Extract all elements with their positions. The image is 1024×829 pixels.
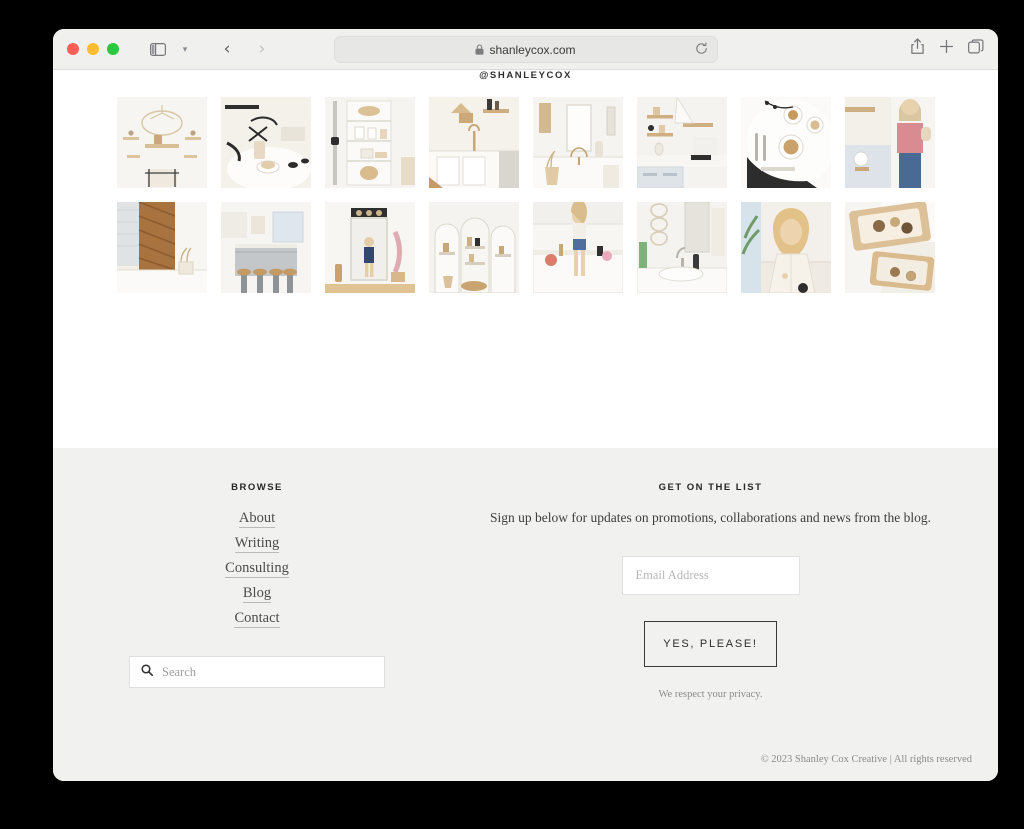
instagram-grid (53, 97, 998, 293)
instagram-tile[interactable] (844, 97, 935, 188)
browser-toolbar: ▾ ‹ › shanleycox.com (53, 29, 998, 70)
subscribe-button[interactable]: YES, PLEASE! (644, 621, 777, 667)
copyright-text: © 2023 Shanley Cox Creative | All rights… (760, 754, 972, 765)
instagram-tile[interactable] (220, 202, 311, 293)
sidebar-item-about[interactable]: About (238, 511, 276, 528)
minimize-button[interactable] (87, 43, 99, 55)
instagram-tile[interactable] (220, 97, 311, 188)
instagram-tile[interactable] (740, 202, 831, 293)
sidebar-item-writing[interactable]: Writing (234, 536, 280, 553)
sidebar-controls: ▾ (145, 36, 198, 62)
back-arrow-icon[interactable]: ‹ (214, 36, 240, 62)
forward-arrow-icon[interactable]: › (249, 36, 275, 62)
instagram-tile[interactable] (324, 97, 415, 188)
instagram-tile[interactable] (636, 202, 727, 293)
newsletter-description: Sign up below for updates on promotions,… (490, 510, 931, 525)
newsletter-column: GET ON THE LIST Sign up below for update… (437, 482, 998, 700)
instagram-feed-section: @SHANLEYCOX (53, 70, 998, 293)
plus-icon[interactable] (939, 39, 954, 59)
toolbar-right-actions (910, 38, 984, 60)
chevron-down-icon[interactable]: ▾ (172, 36, 198, 62)
back-glyph: ‹ (223, 38, 231, 59)
list-item: About (77, 509, 437, 528)
reload-icon[interactable] (695, 41, 708, 58)
browser-window: ▾ ‹ › shanleycox.com @SHANLEYCOX BROWSE … (53, 29, 998, 781)
chevron-down-glyph: ▾ (182, 43, 188, 54)
browse-links: About Writing Consulting Blog Contact (77, 509, 437, 628)
instagram-tile[interactable] (636, 97, 727, 188)
list-item: Writing (77, 534, 437, 553)
close-button[interactable] (67, 43, 79, 55)
share-icon[interactable] (910, 38, 925, 60)
search-icon (141, 663, 153, 681)
instagram-tile[interactable] (740, 97, 831, 188)
instagram-tile[interactable] (532, 97, 623, 188)
instagram-tile[interactable] (428, 202, 519, 293)
device-frame: ▾ ‹ › shanleycox.com @SHANLEYCOX BROWSE … (13, 4, 1011, 824)
tab-overview-icon[interactable] (968, 39, 984, 59)
footer-columns: BROWSE About Writing Consulting Blog Con… (53, 482, 998, 700)
instagram-handle: @SHANLEYCOX (479, 70, 572, 81)
search-wrapper (77, 656, 437, 688)
navigation-controls: ‹ › (214, 36, 275, 62)
lock-icon (475, 44, 484, 55)
instagram-tile[interactable] (324, 202, 415, 293)
instagram-tile[interactable] (532, 202, 623, 293)
list-item: Contact (77, 609, 437, 628)
sidebar-toggle-icon[interactable] (145, 36, 171, 62)
address-bar[interactable]: shanleycox.com (333, 36, 718, 63)
email-field[interactable] (621, 556, 800, 595)
browse-column: BROWSE About Writing Consulting Blog Con… (77, 482, 437, 688)
search-box[interactable] (129, 656, 385, 688)
page-viewport: @SHANLEYCOX BROWSE About Writing Consult… (53, 70, 998, 781)
browse-heading: BROWSE (231, 482, 283, 493)
sidebar-item-consulting[interactable]: Consulting (225, 561, 289, 578)
instagram-tile[interactable] (116, 97, 207, 188)
list-item: Blog (77, 584, 437, 603)
url-text: shanleycox.com (489, 42, 576, 57)
window-controls (67, 43, 119, 55)
sidebar-item-contact[interactable]: Contact (234, 611, 280, 628)
sidebar-item-blog[interactable]: Blog (242, 586, 272, 603)
privacy-note: We respect your privacy. (658, 689, 763, 700)
newsletter-heading: GET ON THE LIST (658, 482, 763, 493)
search-input[interactable] (162, 664, 373, 680)
maximize-button[interactable] (107, 43, 119, 55)
forward-glyph: › (258, 38, 266, 59)
instagram-tile[interactable] (428, 97, 519, 188)
instagram-tile[interactable] (116, 202, 207, 293)
site-footer: BROWSE About Writing Consulting Blog Con… (53, 448, 998, 781)
instagram-tile[interactable] (844, 202, 935, 293)
list-item: Consulting (77, 559, 437, 578)
